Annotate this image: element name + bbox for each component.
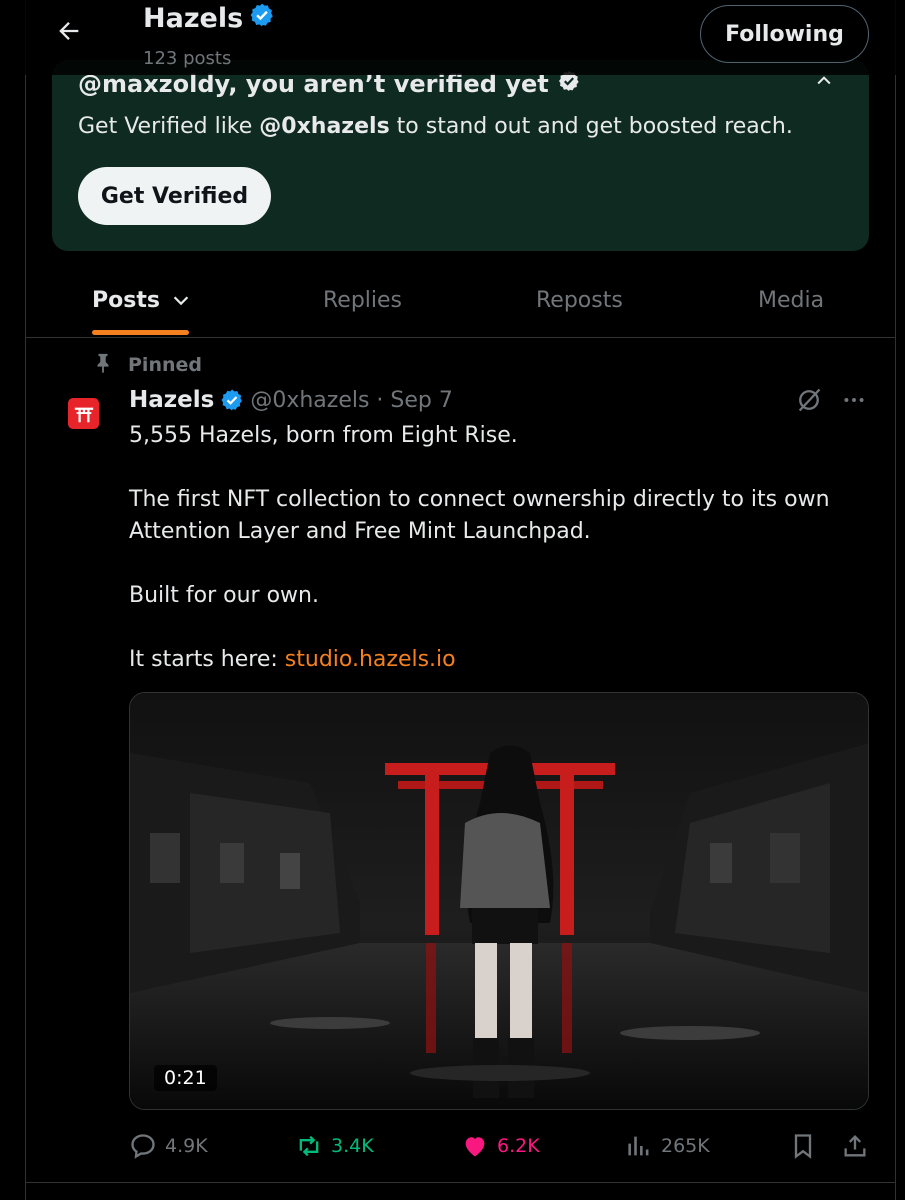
chevron-down-icon <box>170 289 192 311</box>
like-count: 6.2K <box>497 1135 540 1157</box>
reply-count: 4.9K <box>165 1135 208 1157</box>
post-meta[interactable]: @0xhazels · Sep 7 <box>250 388 453 413</box>
post-line-1: 5,555 Hazels, born from Eight Rise. <box>129 423 518 448</box>
verify-text-handle: @0xhazels <box>259 114 390 139</box>
following-button[interactable]: Following <box>700 5 869 63</box>
post-header: Hazels @0xhazels · Sep 7 <box>129 384 453 416</box>
profile-name: Hazels <box>143 2 275 35</box>
pinned-label: Pinned <box>128 354 202 376</box>
tab-replies[interactable]: Replies <box>323 262 402 338</box>
pin-icon <box>92 351 114 379</box>
post-line-2: The first NFT collection to connect owne… <box>129 487 830 544</box>
verify-description: Get Verified like @0xhazels to stand out… <box>78 114 793 139</box>
post-count: 123 posts <box>143 48 232 69</box>
video-duration: 0:21 <box>154 1065 217 1091</box>
verify-text-suffix: to stand out and get boosted reach. <box>389 114 793 139</box>
bookmark-icon[interactable] <box>789 1128 817 1164</box>
profile-name-text: Hazels <box>143 3 244 34</box>
verified-badge-icon <box>220 388 244 412</box>
profile-tabs: Posts Replies Reposts Media <box>26 262 895 338</box>
grok-icon[interactable] <box>793 384 825 416</box>
tab-posts[interactable]: Posts <box>92 262 192 338</box>
post-line-4: It starts here: studio.hazels.io <box>129 644 859 676</box>
repost-count: 3.4K <box>331 1135 374 1157</box>
post-line-4-text: It starts here: <box>129 647 285 672</box>
divider <box>26 1182 895 1183</box>
pinned-indicator: Pinned <box>92 351 202 379</box>
video-thumbnail <box>130 693 868 1109</box>
reply-icon <box>129 1132 157 1160</box>
verified-badge-icon <box>249 2 275 35</box>
tab-posts-label: Posts <box>92 287 160 313</box>
tab-reposts[interactable]: Reposts <box>536 262 623 338</box>
views-button[interactable]: 265K <box>625 1128 710 1164</box>
verify-text-prefix: Get Verified like <box>78 114 260 139</box>
like-button[interactable]: 6.2K <box>461 1128 540 1164</box>
post-video[interactable]: 0:21 <box>129 692 869 1110</box>
post-link[interactable]: studio.hazels.io <box>285 647 456 672</box>
views-count: 265K <box>661 1135 710 1157</box>
post-line-3: Built for our own. <box>129 583 319 608</box>
repost-button[interactable]: 3.4K <box>295 1128 374 1164</box>
active-tab-indicator <box>92 330 189 335</box>
back-arrow-icon[interactable] <box>52 14 86 48</box>
repost-icon <box>295 1132 323 1160</box>
more-icon[interactable] <box>838 384 870 416</box>
post-body: 5,555 Hazels, born from Eight Rise. The … <box>129 420 859 676</box>
post-author-name[interactable]: Hazels <box>129 387 214 413</box>
views-icon <box>625 1132 653 1160</box>
get-verified-button[interactable]: Get Verified <box>78 167 271 225</box>
profile-header: Hazels 123 posts Following <box>0 0 905 75</box>
verify-card: @maxzoldy, you aren’t verified yet Get V… <box>52 60 869 251</box>
tab-media[interactable]: Media <box>758 262 824 338</box>
post-actions: 4.9K 3.4K 6.2K 265K <box>129 1128 869 1164</box>
share-icon[interactable] <box>841 1128 869 1164</box>
torii-icon[interactable] <box>68 398 99 429</box>
reply-button[interactable]: 4.9K <box>129 1128 208 1164</box>
like-icon <box>461 1132 489 1160</box>
